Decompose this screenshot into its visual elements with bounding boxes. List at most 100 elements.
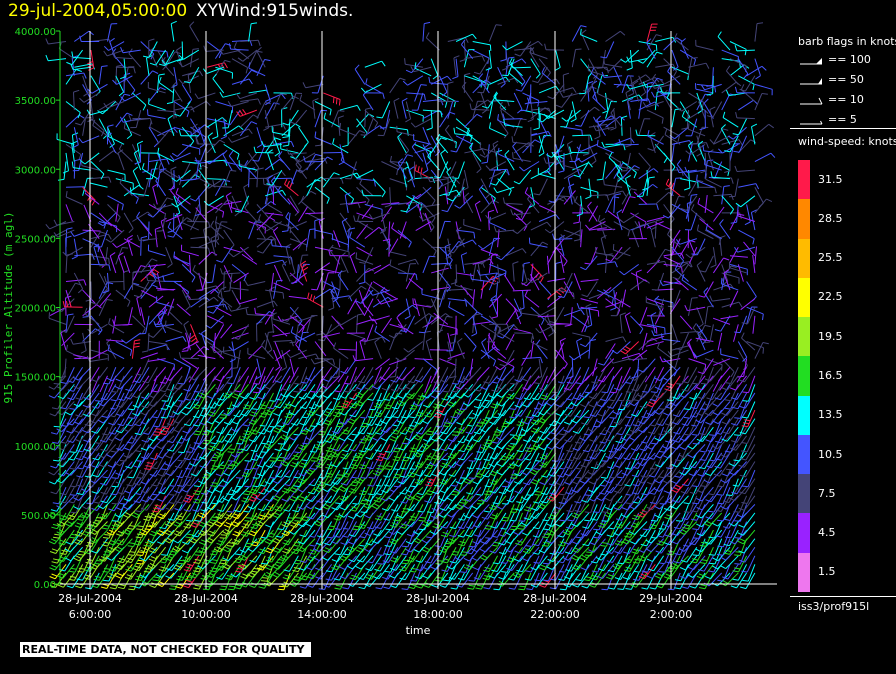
barb-flag <box>129 349 133 356</box>
barb-flag <box>186 579 193 583</box>
barb-shaft <box>189 409 200 426</box>
barb-flag <box>282 144 289 147</box>
barb-shaft <box>341 221 349 239</box>
barb-shaft <box>98 100 115 111</box>
barb-shaft <box>136 298 142 316</box>
wind-barb <box>289 358 295 377</box>
wind-barb <box>148 344 170 351</box>
barb-shaft <box>255 504 266 521</box>
wind-barb <box>264 102 280 119</box>
barb-shaft <box>289 92 297 111</box>
barb-flag <box>214 489 221 493</box>
barb-flag <box>227 588 234 591</box>
barb-flag <box>124 490 131 494</box>
barb-flag <box>118 143 123 150</box>
barb-flag <box>284 416 291 419</box>
barb-shaft <box>323 177 342 180</box>
wind-barb <box>272 312 291 325</box>
barb-shaft <box>73 341 91 345</box>
barb-flag <box>244 545 251 548</box>
wind-barb <box>264 84 271 106</box>
barb-shaft <box>63 161 67 180</box>
barb-flag <box>216 259 223 263</box>
barb-flag <box>275 366 281 371</box>
barb-flag <box>254 307 257 314</box>
barb-flag <box>110 450 117 453</box>
barb-flag <box>144 528 151 531</box>
barb-shaft <box>65 69 77 85</box>
barb-flag <box>190 178 197 181</box>
barb-flag <box>332 485 339 490</box>
wind-barb <box>65 191 83 205</box>
barb-flag <box>255 497 262 501</box>
barb-flag <box>327 156 333 161</box>
barb-flag <box>332 448 339 452</box>
barb-flag <box>122 514 129 519</box>
barb-flag <box>171 20 177 25</box>
barb-flag <box>68 578 75 581</box>
barb-flag <box>51 573 58 577</box>
barb-flag <box>308 483 315 487</box>
wind-barb <box>289 109 308 125</box>
barb-flag <box>210 220 215 227</box>
barb-shaft <box>117 255 125 274</box>
wind-barb <box>90 161 105 180</box>
barb-flag <box>151 416 158 419</box>
barb-shaft <box>195 186 208 202</box>
barb-flag <box>228 448 235 450</box>
barb-flag <box>173 127 178 133</box>
barb-shaft <box>284 183 299 197</box>
barb-flag <box>128 417 135 419</box>
barb-flag <box>103 45 109 51</box>
wind-barb <box>69 478 84 496</box>
barb-flag <box>317 458 324 461</box>
barb-flag <box>191 537 198 542</box>
wind-barb <box>169 478 183 496</box>
barb-flag <box>173 429 179 433</box>
barb-flag <box>250 458 258 461</box>
barb-flag <box>142 104 147 111</box>
barb-shaft <box>117 152 125 171</box>
wind-barb <box>252 392 266 410</box>
barb-shaft <box>148 341 167 345</box>
barb-shaft <box>261 344 274 359</box>
wind-barb <box>216 246 233 263</box>
barb-shaft <box>223 352 241 360</box>
barb-flag <box>170 166 177 170</box>
barb-shaft <box>152 186 158 205</box>
barb-flag <box>192 406 199 410</box>
barb-shaft <box>314 101 332 110</box>
barb-flag <box>226 545 233 547</box>
barb-flag <box>45 38 49 45</box>
barb-flag <box>194 160 201 162</box>
barb-flag <box>333 518 340 521</box>
barb-shaft <box>123 282 134 299</box>
barb-flag <box>219 139 226 144</box>
wind-barb <box>332 435 349 452</box>
barb-shaft <box>186 426 200 441</box>
wind-barb <box>66 409 84 426</box>
barb-flag <box>281 93 286 100</box>
barb-shaft <box>65 254 68 273</box>
barb-flag <box>49 481 55 485</box>
barb-flag <box>136 575 143 579</box>
wind-barb <box>323 152 344 159</box>
barb-flag <box>189 334 196 340</box>
barb-shaft <box>314 288 331 300</box>
barb-flag <box>224 303 228 310</box>
barb-flag <box>230 496 237 501</box>
barb-flag <box>74 525 81 529</box>
barb-shaft <box>65 101 81 113</box>
barb-shaft <box>115 66 118 85</box>
barb-shaft <box>339 172 358 180</box>
barb-flag <box>191 337 197 343</box>
wind-barb <box>231 58 249 74</box>
barb-flag <box>136 460 143 462</box>
barb-flag <box>174 98 181 102</box>
barb-flag <box>151 390 158 393</box>
barb-flag <box>316 333 323 336</box>
barb-flag <box>325 578 332 581</box>
barb-flag <box>65 411 71 416</box>
barb-flag <box>199 143 206 149</box>
barb-shaft <box>314 137 332 145</box>
